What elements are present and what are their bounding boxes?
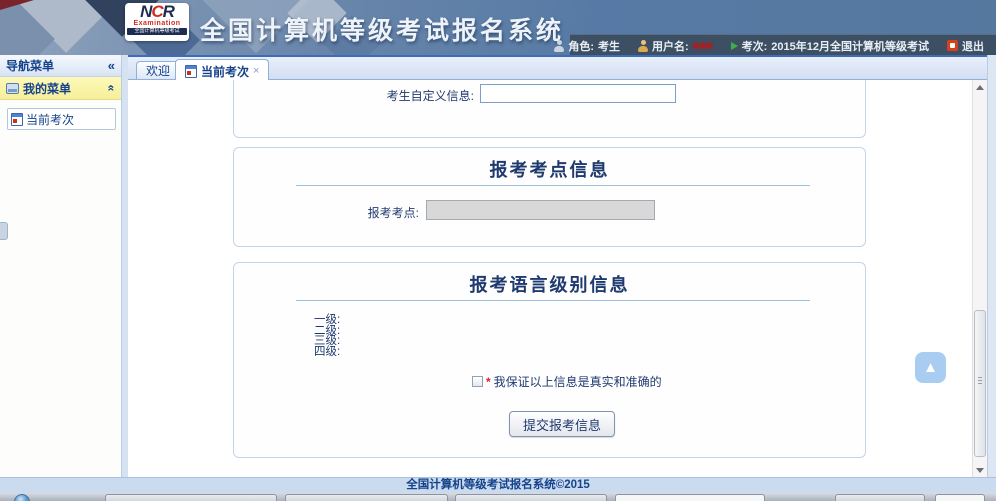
sidebar-item-label: 当前考次 bbox=[26, 111, 74, 128]
username-label: 用户名: bbox=[652, 38, 689, 54]
tab-current-session[interactable]: 当前考次 × bbox=[175, 59, 269, 82]
taskbar-button[interactable] bbox=[935, 494, 985, 501]
sidebar: 导航菜单 « 我的菜单 « 当前考次 bbox=[0, 55, 122, 478]
required-asterisk: * bbox=[486, 375, 491, 389]
sidebar-title: 导航菜单 bbox=[6, 57, 54, 74]
section-divider bbox=[296, 185, 810, 186]
session-arrow-icon bbox=[731, 42, 738, 50]
logout-group[interactable]: 退出 bbox=[947, 38, 984, 54]
custom-info-input[interactable] bbox=[480, 84, 676, 103]
tab-bar: 欢迎 当前考次 × bbox=[128, 55, 987, 80]
tab-exam-session-icon bbox=[185, 65, 197, 78]
taskbar-button[interactable] bbox=[105, 494, 277, 501]
page-title: 全国计算机等级考试报名系统 bbox=[200, 11, 564, 47]
panel-custom-info: 考生自定义信息: bbox=[233, 80, 866, 138]
tab-welcome[interactable]: 欢迎 bbox=[136, 61, 180, 79]
scrollbar-thumb[interactable] bbox=[974, 310, 986, 457]
user-info-bar: 角色: 考生 用户名: ■■■ 考次: 2015年12月全国计算机等级考试 退出 bbox=[570, 34, 996, 55]
level-1-label: 一级: bbox=[314, 315, 340, 326]
username-value: ■■■ bbox=[693, 40, 713, 52]
sidebar-group-label: 我的菜单 bbox=[23, 80, 71, 97]
taskbar-button[interactable] bbox=[615, 494, 765, 501]
right-frame bbox=[987, 55, 996, 478]
logo-text: NCR bbox=[125, 4, 189, 20]
exam-site-input bbox=[426, 200, 655, 220]
level-list: 一级: 二级: 三级: 四级: bbox=[314, 315, 340, 357]
panel-language-level: 报考语言级别信息 一级: 二级: 三级: 四级: * 我保证以上信息是真实和准确… bbox=[233, 262, 866, 458]
panel-exam-site: 报考考点信息 报考考点: bbox=[233, 147, 866, 247]
back-to-top-button[interactable]: ▲ bbox=[915, 352, 946, 383]
ncre-logo: NCR Examination 全国计算机等级考试 bbox=[125, 3, 189, 41]
main-area: 欢迎 当前考次 × 考生自定义信息: 报考考点信息 报考考点: bbox=[128, 55, 987, 478]
group-collapse-icon[interactable]: « bbox=[105, 85, 119, 92]
level-3-label: 三级: bbox=[314, 336, 340, 347]
sidebar-edge-grip[interactable] bbox=[0, 222, 8, 240]
role-value: 考生 bbox=[598, 38, 620, 54]
scrollbar-grip bbox=[978, 377, 982, 385]
language-level-section-title: 报考语言级别信息 bbox=[234, 271, 865, 297]
form-content: 考生自定义信息: 报考考点信息 报考考点: 报考语言级别信息 一级: 二级: 三… bbox=[128, 80, 987, 478]
scroll-down-icon[interactable] bbox=[974, 464, 986, 477]
start-orb-icon[interactable] bbox=[14, 494, 30, 501]
footer: 全国计算机等级考试报名系统©2015 bbox=[0, 477, 996, 493]
sidebar-group-my-menu[interactable]: 我的菜单 « bbox=[0, 77, 121, 100]
logo-subtitle: Examination bbox=[125, 20, 189, 27]
logout-button[interactable]: 退出 bbox=[962, 38, 984, 54]
taskbar-button[interactable] bbox=[455, 494, 607, 501]
exam-site-label: 报考考点: bbox=[324, 204, 419, 221]
role-person-icon bbox=[554, 40, 564, 52]
exam-site-section-title: 报考考点信息 bbox=[234, 156, 865, 182]
session-value: 2015年12月全国计算机等级考试 bbox=[771, 38, 929, 54]
menu-icon bbox=[6, 83, 19, 94]
agree-text: 我保证以上信息是真实和准确的 bbox=[494, 373, 662, 390]
role-group: 角色: 考生 bbox=[554, 38, 620, 54]
agree-row: * 我保证以上信息是真实和准确的 bbox=[472, 373, 662, 390]
tab-welcome-label: 欢迎 bbox=[146, 62, 170, 79]
role-label: 角色: bbox=[568, 38, 594, 54]
taskbar-button[interactable] bbox=[835, 494, 925, 501]
taskbar-button[interactable] bbox=[285, 494, 448, 501]
app-header: NCR Examination 全国计算机等级考试 全国计算机等级考试报名系统 … bbox=[0, 0, 996, 55]
sidebar-item-current-session[interactable]: 当前考次 bbox=[7, 108, 116, 130]
tab-current-label: 当前考次 bbox=[201, 63, 249, 80]
scroll-up-icon[interactable] bbox=[974, 81, 986, 94]
submit-registration-button[interactable]: 提交报考信息 bbox=[509, 411, 615, 437]
session-label: 考次: bbox=[742, 38, 768, 54]
sidebar-header: 导航菜单 « bbox=[0, 55, 121, 77]
session-group: 考次: 2015年12月全国计算机等级考试 bbox=[731, 38, 929, 54]
logout-icon[interactable] bbox=[947, 40, 958, 51]
logo-caption: 全国计算机等级考试 bbox=[127, 28, 187, 35]
section-divider bbox=[296, 300, 810, 301]
sidebar-collapse-icon[interactable]: « bbox=[108, 58, 115, 73]
exam-session-icon bbox=[11, 113, 23, 126]
level-4-label: 四级: bbox=[314, 347, 340, 358]
app-window: NCR Examination 全国计算机等级考试 全国计算机等级考试报名系统 … bbox=[0, 0, 996, 501]
custom-info-label: 考生自定义信息: bbox=[374, 87, 474, 104]
user-person-icon bbox=[638, 40, 648, 52]
agree-checkbox[interactable] bbox=[472, 376, 483, 387]
deco-triangle bbox=[0, 0, 34, 10]
tab-close-icon[interactable]: × bbox=[253, 66, 259, 77]
vertical-scrollbar[interactable] bbox=[972, 80, 987, 478]
windows-taskbar bbox=[0, 493, 996, 501]
username-group: 用户名: ■■■ bbox=[638, 38, 713, 54]
